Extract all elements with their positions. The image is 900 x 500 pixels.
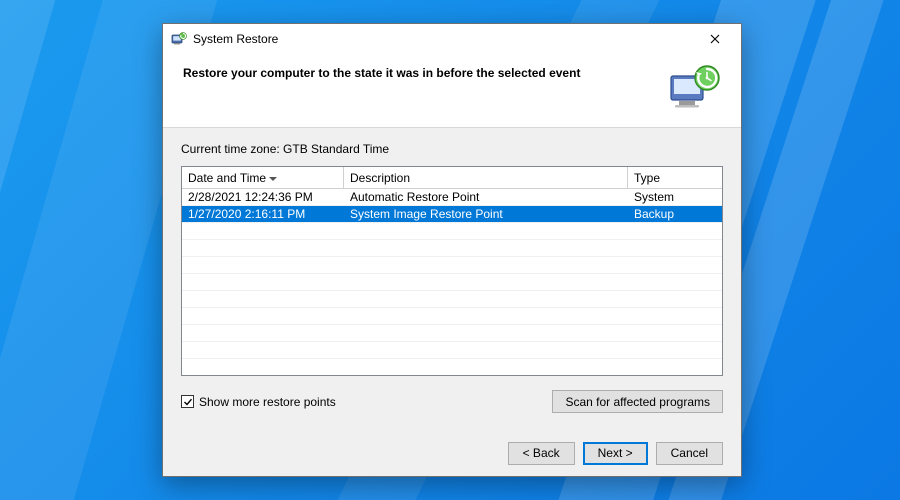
wizard-content: Current time zone: GTB Standard Time Dat… (163, 128, 741, 430)
timezone-value: GTB Standard Time (283, 142, 389, 156)
timezone-label: Current time zone: GTB Standard Time (181, 142, 723, 156)
column-type[interactable]: Type (628, 167, 722, 188)
titlebar: System Restore (163, 24, 741, 54)
table-row-empty (182, 257, 722, 274)
column-description[interactable]: Description (344, 167, 628, 188)
table-row-empty (182, 325, 722, 342)
sort-descending-icon (269, 177, 277, 181)
close-button[interactable] (695, 25, 735, 53)
column-date-label: Date and Time (188, 171, 266, 185)
cell-description: Automatic Restore Point (344, 189, 628, 205)
wizard-footer: < Back Next > Cancel (163, 430, 741, 476)
restore-points-list: Date and Time Description Type 2/28/2021… (181, 166, 723, 376)
cell-date: 1/27/2020 2:16:11 PM (182, 206, 344, 222)
list-footer-row: Show more restore points Scan for affect… (181, 390, 723, 413)
checkbox-box (181, 395, 194, 408)
table-row[interactable]: 2/28/2021 12:24:36 PMAutomatic Restore P… (182, 189, 722, 206)
column-type-label: Type (634, 171, 660, 185)
column-date[interactable]: Date and Time (182, 167, 344, 188)
scan-affected-button[interactable]: Scan for affected programs (552, 390, 723, 413)
window-title: System Restore (193, 32, 695, 46)
wizard-header: Restore your computer to the state it wa… (163, 54, 741, 128)
cell-description: System Image Restore Point (344, 206, 628, 222)
system-restore-icon (171, 31, 187, 47)
table-row-empty (182, 291, 722, 308)
page-title: Restore your computer to the state it wa… (183, 62, 580, 80)
show-more-label: Show more restore points (199, 395, 336, 409)
show-more-checkbox[interactable]: Show more restore points (181, 395, 336, 409)
table-row-empty (182, 308, 722, 325)
table-row-empty (182, 342, 722, 359)
table-row-empty (182, 359, 722, 375)
back-button[interactable]: < Back (508, 442, 575, 465)
next-button[interactable]: Next > (583, 442, 648, 465)
cell-date: 2/28/2021 12:24:36 PM (182, 189, 344, 205)
table-row[interactable]: 1/27/2020 2:16:11 PMSystem Image Restore… (182, 206, 722, 223)
checkmark-icon (183, 397, 193, 407)
column-description-label: Description (350, 171, 410, 185)
cancel-button[interactable]: Cancel (656, 442, 723, 465)
table-row-empty (182, 240, 722, 257)
close-icon (710, 34, 720, 44)
system-restore-dialog: System Restore Restore your computer to … (162, 23, 742, 477)
list-header: Date and Time Description Type (182, 167, 722, 189)
list-body: 2/28/2021 12:24:36 PMAutomatic Restore P… (182, 189, 722, 375)
cell-type: Backup (628, 206, 722, 222)
table-row-empty (182, 274, 722, 291)
restore-hero-icon (667, 62, 721, 116)
cell-type: System (628, 189, 722, 205)
timezone-prefix: Current time zone: (181, 142, 283, 156)
table-row-empty (182, 223, 722, 240)
